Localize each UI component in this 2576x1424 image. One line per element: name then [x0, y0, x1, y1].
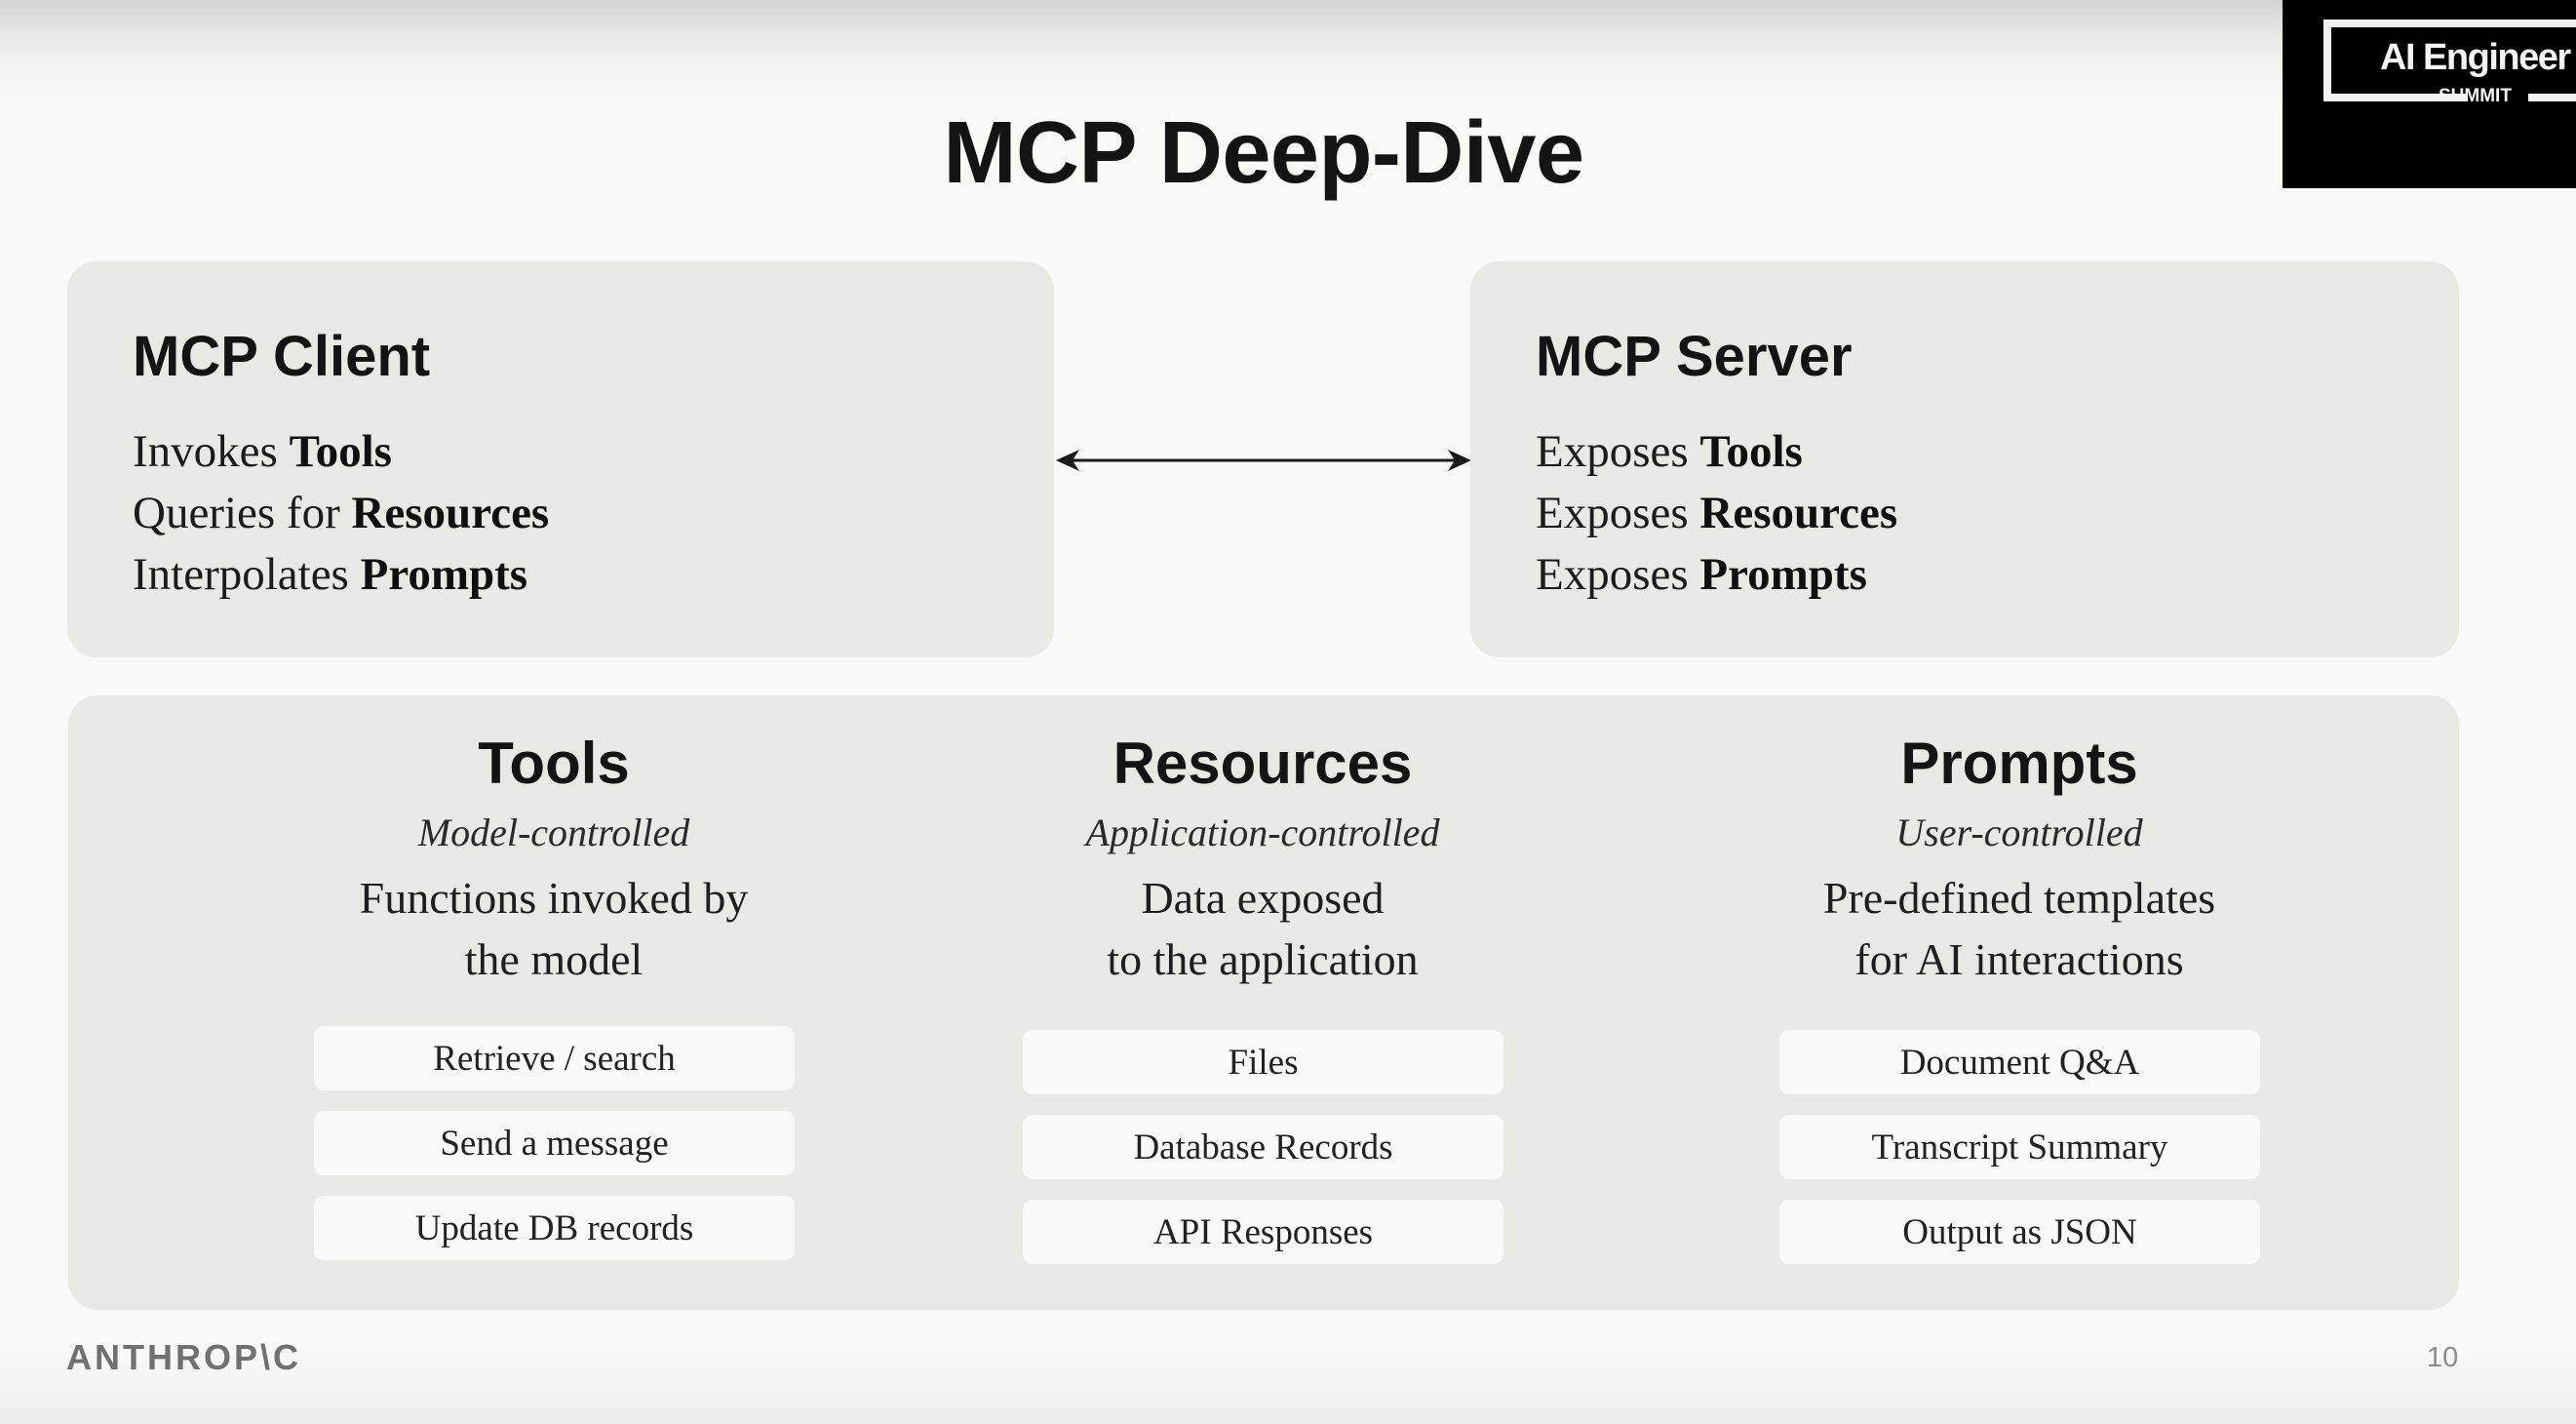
capability-line: Queries for Resources: [133, 483, 549, 544]
logo-frame-line: [2323, 20, 2576, 27]
mcp-client-card: MCP Client Invokes Tools Queries for Res…: [67, 261, 1054, 657]
example-list: Document Q&A Transcript Summary Output a…: [1779, 1030, 2260, 1285]
logo-frame-line: [2528, 94, 2576, 101]
primitive-heading: Resources: [1112, 731, 1413, 796]
capability-verb: Exposes: [1536, 549, 1689, 600]
example-pill: Document Q&A: [1779, 1030, 2260, 1094]
capability-object: Prompts: [1699, 549, 1867, 600]
capability-object: Tools: [289, 426, 392, 477]
capability-line: Invokes Tools: [133, 421, 549, 483]
capability-line: Exposes Resources: [1536, 483, 1897, 544]
mcp-server-heading: MCP Server: [1536, 325, 1853, 388]
capability-verb: Exposes: [1536, 488, 1689, 538]
capability-object: Resources: [351, 488, 550, 538]
primitive-column-resources: Resources Application-controlled Data ex…: [921, 695, 1604, 1310]
description-line: the model: [464, 934, 644, 984]
capability-object: Tools: [1699, 426, 1803, 477]
event-logo-name: AI Engineer: [2380, 37, 2571, 78]
description-line: Functions invoked by: [359, 873, 749, 923]
capability-object: Resources: [1699, 488, 1898, 538]
anthropic-logo: ANTHROP\C: [66, 1337, 301, 1377]
mcp-server-card: MCP Server Exposes Tools Exposes Resourc…: [1470, 261, 2459, 657]
example-list: Files Database Records API Responses: [1023, 1030, 1503, 1285]
double-headed-arrow-icon: [1056, 450, 1471, 471]
capability-verb: Invokes: [133, 426, 278, 477]
example-pill: Retrieve / search: [314, 1026, 795, 1090]
example-list: Retrieve / search Send a message Update …: [314, 1026, 795, 1281]
mcp-server-capabilities: Exposes Tools Exposes Resources Exposes …: [1536, 421, 1897, 606]
example-pill: API Responses: [1023, 1200, 1503, 1264]
primitive-heading: Tools: [478, 731, 630, 796]
capability-line: Exposes Prompts: [1536, 544, 1897, 606]
primitive-description: Functions invoked by the model: [213, 867, 895, 990]
example-pill: Database Records: [1023, 1115, 1503, 1179]
event-logo: AI Engineer SUMMIT: [2283, 0, 2576, 188]
primitive-control-type: User-controlled: [1895, 811, 2143, 854]
slide-title: MCP Deep-Dive: [943, 104, 1584, 202]
event-logo-subtitle: SUMMIT: [2439, 86, 2512, 106]
description-line: Data exposed: [1141, 873, 1385, 923]
description-line: Pre-defined templates: [1822, 873, 2216, 923]
example-pill: Files: [1023, 1030, 1503, 1094]
primitive-control-type: Model-controlled: [417, 811, 690, 854]
capability-verb: Interpolates: [133, 549, 349, 600]
example-pill: Transcript Summary: [1779, 1115, 2260, 1179]
primitive-heading: Prompts: [1900, 731, 2138, 796]
capability-line: Exposes Tools: [1536, 421, 1897, 483]
capability-verb: Queries for: [133, 488, 340, 538]
capability-object: Prompts: [360, 549, 528, 600]
capability-line: Interpolates Prompts: [133, 544, 549, 606]
example-pill: Output as JSON: [1779, 1200, 2260, 1264]
description-line: for AI interactions: [1854, 934, 2184, 984]
primitive-column-tools: Tools Model-controlled Functions invoked…: [213, 695, 895, 1310]
example-pill: Send a message: [314, 1111, 795, 1175]
primitive-column-prompts: Prompts User-controlled Pre-defined temp…: [1678, 695, 2361, 1310]
primitive-description: Pre-defined templates for AI interaction…: [1678, 867, 2361, 990]
example-pill: Update DB records: [314, 1196, 795, 1260]
page-number: 10: [2427, 1342, 2459, 1373]
capability-verb: Exposes: [1536, 426, 1689, 477]
mcp-client-heading: MCP Client: [133, 325, 431, 388]
logo-frame-line: [2323, 20, 2331, 101]
mcp-client-capabilities: Invokes Tools Queries for Resources Inte…: [133, 421, 549, 606]
primitive-control-type: Application-controlled: [1085, 811, 1440, 854]
primitives-panel: Tools Model-controlled Functions invoked…: [68, 695, 2459, 1310]
description-line: to the application: [1107, 934, 1419, 984]
primitive-description: Data exposed to the application: [921, 867, 1604, 990]
